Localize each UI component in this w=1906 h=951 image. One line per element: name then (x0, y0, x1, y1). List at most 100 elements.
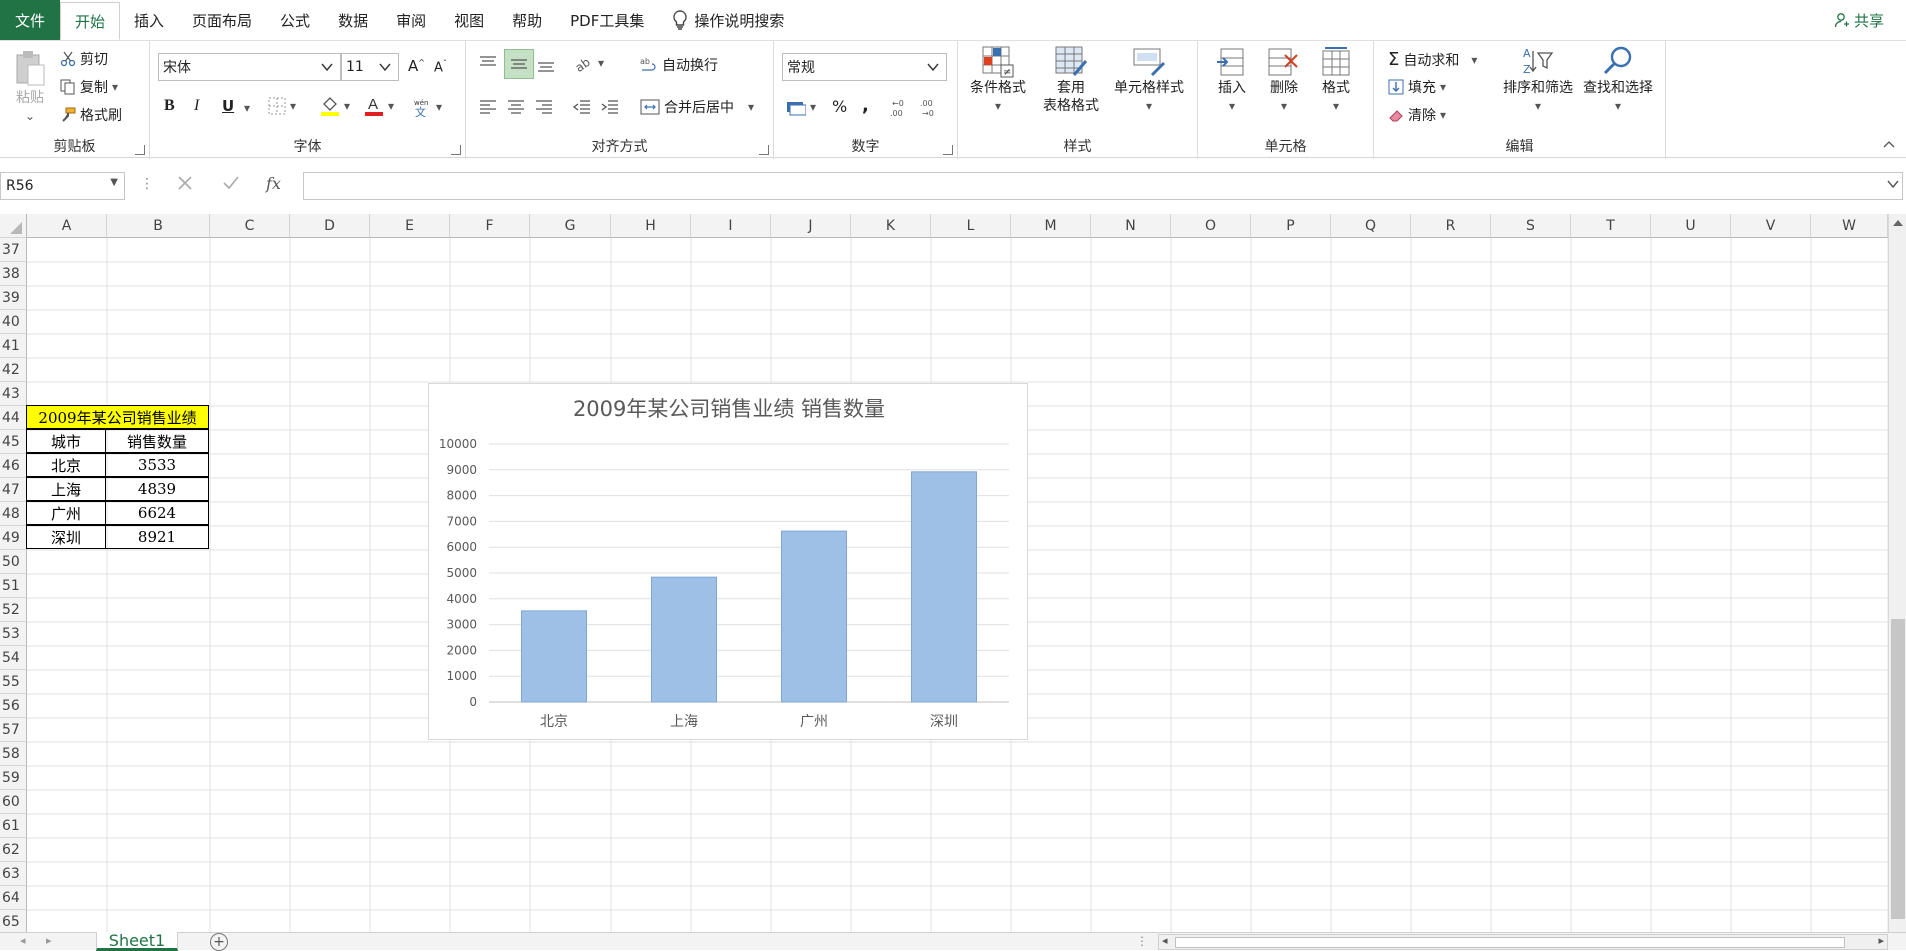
accounting-format-button[interactable]: ▾ (786, 97, 816, 117)
shrink-font-button[interactable]: Aˇ (434, 59, 447, 75)
column-header[interactable]: W (1811, 214, 1888, 238)
chart-bar[interactable] (521, 610, 587, 703)
insert-function-button[interactable]: fx (266, 174, 281, 193)
more-options-icon[interactable]: ⋮ (140, 176, 154, 192)
tab-file[interactable]: 文件 (0, 0, 60, 40)
row-header[interactable]: 51 (0, 574, 27, 598)
align-right-button[interactable] (534, 97, 554, 117)
name-box[interactable]: R56 ▼ (0, 172, 125, 200)
column-header[interactable]: T (1571, 214, 1651, 238)
bold-button[interactable]: B (164, 97, 175, 115)
chevron-down-icon[interactable]: ▾ (244, 101, 250, 115)
wrap-text-button[interactable]: ab 自动换行 (640, 55, 718, 75)
tab-page-layout[interactable]: 页面布局 (178, 0, 266, 40)
row-header[interactable]: 62 (0, 838, 27, 862)
qty-cell[interactable]: 8921 (105, 525, 209, 549)
cut-button[interactable]: 剪切 (60, 49, 108, 69)
italic-button[interactable]: I (194, 97, 199, 115)
column-header[interactable]: H (611, 214, 691, 238)
font-name-select[interactable]: 宋体 (158, 53, 341, 81)
column-header[interactable]: G (530, 214, 611, 238)
decrease-decimal-button[interactable]: .00 →0 (918, 97, 940, 119)
column-header[interactable]: U (1651, 214, 1731, 238)
sheet-tab-sheet1[interactable]: Sheet1 (96, 931, 178, 951)
scroll-up-icon[interactable] (1889, 214, 1906, 232)
add-sheet-button[interactable]: + (210, 933, 228, 951)
expand-formula-icon[interactable] (1886, 178, 1900, 190)
chart-bar[interactable] (911, 471, 977, 703)
city-cell[interactable]: 深圳 (26, 525, 106, 549)
tab-pdf-tools[interactable]: PDF工具集 (556, 0, 658, 40)
row-header[interactable]: 56 (0, 694, 27, 718)
comma-button[interactable]: , (862, 95, 869, 116)
tab-help[interactable]: 帮助 (498, 0, 556, 40)
clear-button[interactable]: 清除 ▾ (1388, 105, 1446, 125)
formula-input[interactable] (303, 172, 1903, 200)
number-format-select[interactable]: 常规 (782, 53, 947, 81)
row-header[interactable]: 63 (0, 862, 27, 886)
align-left-button[interactable] (478, 97, 498, 117)
tab-insert[interactable]: 插入 (120, 0, 178, 40)
row-header[interactable]: 45 (0, 430, 27, 454)
column-header[interactable]: L (931, 214, 1011, 238)
row-header[interactable]: 41 (0, 334, 27, 358)
dialog-launcher-icon[interactable] (759, 145, 769, 155)
row-header[interactable]: 38 (0, 262, 27, 286)
tab-formulas[interactable]: 公式 (266, 0, 324, 40)
underline-button[interactable]: U (222, 97, 234, 115)
collapse-ribbon-button[interactable] (1882, 139, 1896, 149)
row-header[interactable]: 43 (0, 382, 27, 406)
column-header[interactable]: R (1411, 214, 1491, 238)
qty-cell[interactable]: 4839 (105, 477, 209, 501)
percent-button[interactable]: % (832, 97, 847, 116)
qty-cell[interactable]: 3533 (105, 453, 209, 477)
row-header[interactable]: 47 (0, 478, 27, 502)
column-header[interactable]: J (771, 214, 851, 238)
font-color-button[interactable]: A ▾ (364, 95, 394, 117)
select-all-corner[interactable] (0, 214, 27, 238)
row-header[interactable]: 55 (0, 670, 27, 694)
row-header[interactable]: 53 (0, 622, 27, 646)
scroll-right-icon[interactable]: ▸ (46, 934, 52, 947)
qty-cell[interactable]: 6624 (105, 501, 209, 525)
column-header[interactable]: M (1011, 214, 1091, 238)
copy-button[interactable]: 复制 ▾ (60, 77, 118, 97)
share-button[interactable]: 共享 (1834, 0, 1884, 40)
cancel-icon[interactable] (176, 174, 194, 192)
row-header[interactable]: 48 (0, 502, 27, 526)
city-cell[interactable]: 上海 (26, 477, 106, 501)
paste-button[interactable]: 粘贴 ⌄ (10, 49, 50, 125)
phonetic-button[interactable]: wén 文 ▾ (412, 97, 442, 117)
borders-button[interactable]: ▾ (268, 97, 296, 115)
column-header[interactable]: E (370, 214, 450, 238)
column-header[interactable]: B (107, 214, 210, 238)
tab-review[interactable]: 审阅 (382, 0, 440, 40)
column-header[interactable]: A (27, 214, 107, 238)
enter-icon[interactable] (222, 174, 240, 192)
tab-view[interactable]: 视图 (440, 0, 498, 40)
row-header[interactable]: 58 (0, 742, 27, 766)
align-middle-button[interactable] (504, 49, 534, 79)
scroll-thumb[interactable] (1891, 619, 1905, 919)
row-header[interactable]: 40 (0, 310, 27, 334)
dialog-launcher-icon[interactable] (943, 145, 953, 155)
decrease-indent-button[interactable] (572, 97, 592, 117)
row-header[interactable]: 61 (0, 814, 27, 838)
city-cell[interactable]: 广州 (26, 501, 106, 525)
horizontal-scrollbar[interactable]: ◂ ▸ (1158, 934, 1888, 950)
row-header[interactable]: 46 (0, 454, 27, 478)
align-center-button[interactable] (506, 97, 526, 117)
scroll-right-icon[interactable]: ▸ (1878, 934, 1884, 947)
column-header[interactable]: V (1731, 214, 1811, 238)
column-header[interactable]: C (210, 214, 290, 238)
align-bottom-button[interactable] (536, 53, 556, 73)
row-header[interactable]: 60 (0, 790, 27, 814)
tab-home[interactable]: 开始 (60, 2, 121, 40)
header-city-cell[interactable]: 城市 (26, 429, 106, 453)
scroll-left-icon[interactable]: ◂ (1162, 934, 1168, 947)
row-header[interactable]: 59 (0, 766, 27, 790)
column-header[interactable]: N (1091, 214, 1171, 238)
dialog-launcher-icon[interactable] (451, 145, 461, 155)
row-header[interactable]: 65 (0, 910, 27, 932)
city-cell[interactable]: 北京 (26, 453, 106, 477)
